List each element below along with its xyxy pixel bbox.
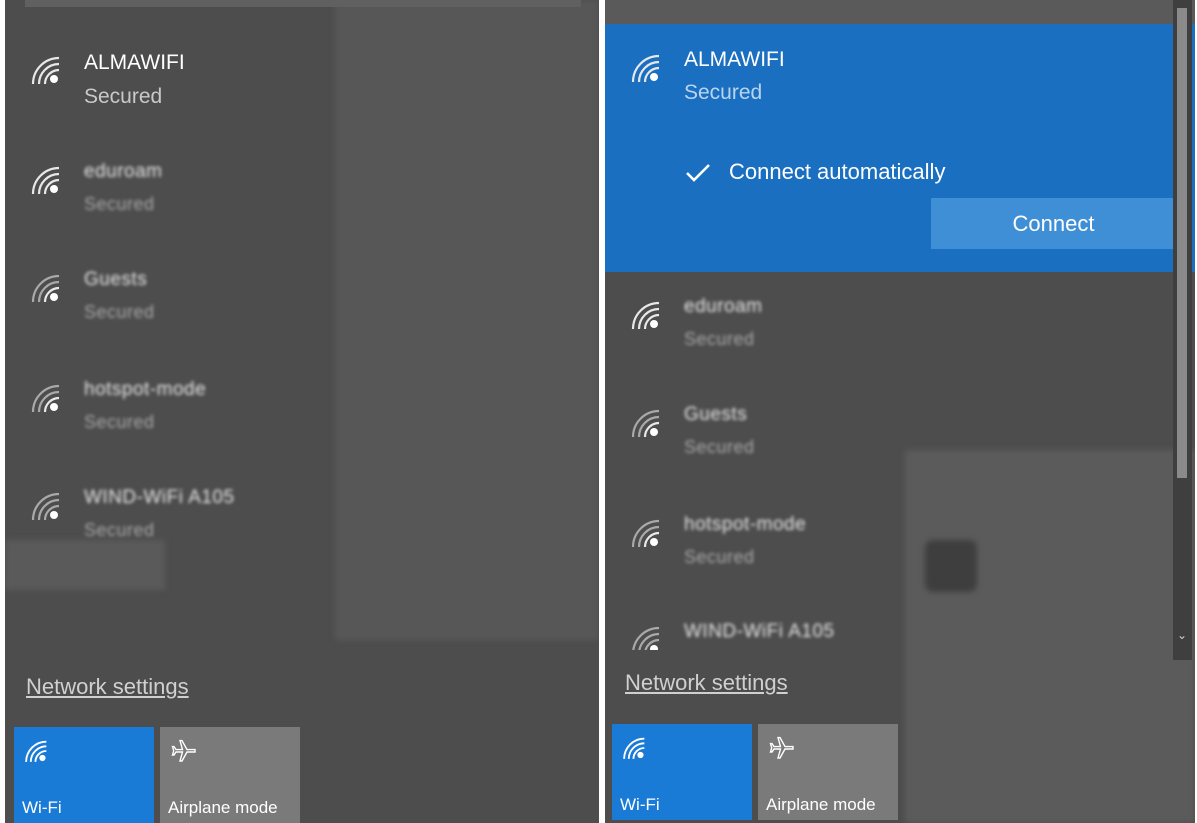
network-ssid: Guests xyxy=(84,269,148,290)
network-item[interactable]: WIND-WiFi A105 Secured xyxy=(5,476,599,584)
network-status: Secured xyxy=(84,85,163,108)
network-status: Secured xyxy=(84,412,155,432)
network-item[interactable]: Guests Secured xyxy=(5,258,599,366)
wifi-quick-action-tile[interactable]: Wi-Fi xyxy=(612,724,752,820)
wifi-signal-icon xyxy=(631,54,660,83)
network-item[interactable]: WIND-WiFi A105 xyxy=(605,610,1195,650)
connect-button[interactable]: Connect xyxy=(931,198,1176,249)
network-status: Secured xyxy=(684,329,755,349)
wifi-signal-icon xyxy=(31,492,60,521)
network-item[interactable]: hotspot-mode Secured xyxy=(605,503,1195,611)
wifi-signal-icon xyxy=(631,519,660,548)
network-ssid: ALMAWIFI xyxy=(684,48,785,71)
wifi-signal-icon xyxy=(31,166,60,195)
network-ssid: eduroam xyxy=(84,161,163,182)
network-settings-link[interactable]: Network settings xyxy=(26,674,189,700)
wifi-quick-action-tile[interactable]: Wi-Fi xyxy=(14,727,154,823)
network-flyout-before: ALMAWIFI Secured eduroam Secured Guests … xyxy=(5,0,599,823)
network-status: Secured xyxy=(84,194,155,214)
tile-label: Wi-Fi xyxy=(22,798,62,817)
network-list-scrollbar[interactable]: ⌄ xyxy=(1173,0,1192,660)
network-status: Secured xyxy=(684,81,763,104)
wifi-signal-icon xyxy=(632,626,660,650)
airplane-icon xyxy=(171,739,196,762)
airplane-icon xyxy=(769,736,794,759)
network-status: Secured xyxy=(84,520,155,540)
connect-automatically-checkbox-label[interactable]: Connect automatically xyxy=(729,159,945,185)
network-settings-link[interactable]: Network settings xyxy=(625,670,788,696)
network-ssid: Guests xyxy=(684,404,748,425)
scroll-down-arrow-icon[interactable]: ⌄ xyxy=(1175,628,1189,642)
wifi-signal-icon xyxy=(631,409,660,438)
tile-label: Airplane mode xyxy=(168,798,278,817)
network-item[interactable]: eduroam Secured xyxy=(5,150,599,258)
network-ssid: hotspot-mode xyxy=(84,379,207,400)
network-ssid: hotspot-mode xyxy=(684,514,807,535)
network-flyout-after: ALMAWIFI Secured Connect automatically C… xyxy=(605,0,1195,823)
network-ssid: ALMAWIFI xyxy=(84,51,185,74)
network-item-almawifi[interactable]: ALMAWIFI Secured xyxy=(5,40,599,148)
network-status: Secured xyxy=(684,547,755,567)
wifi-signal-icon xyxy=(631,301,660,330)
network-ssid: WIND-WiFi A105 xyxy=(84,487,235,508)
top-divider xyxy=(25,0,581,7)
wifi-signal-icon xyxy=(31,384,60,413)
network-item-almawifi-expanded[interactable]: ALMAWIFI Secured Connect automatically C… xyxy=(605,24,1195,272)
wifi-signal-icon xyxy=(31,56,60,85)
airplane-mode-tile[interactable]: Airplane mode xyxy=(160,727,300,823)
scrollbar-thumb[interactable] xyxy=(1177,8,1187,478)
network-ssid: WIND-WiFi A105 xyxy=(684,621,835,642)
checkmark-icon[interactable] xyxy=(683,158,713,188)
network-item[interactable]: hotspot-mode Secured xyxy=(5,368,599,476)
top-divider xyxy=(605,0,1195,24)
wifi-signal-icon xyxy=(623,737,645,759)
wifi-signal-icon xyxy=(25,740,47,762)
airplane-mode-tile[interactable]: Airplane mode xyxy=(758,724,898,820)
network-status: Secured xyxy=(84,302,155,322)
tile-label: Wi-Fi xyxy=(620,795,660,814)
network-item[interactable]: Guests Secured xyxy=(605,393,1195,501)
tile-label: Airplane mode xyxy=(766,795,876,814)
network-status: Secured xyxy=(684,437,755,457)
wifi-signal-icon xyxy=(31,274,60,303)
network-item[interactable]: eduroam Secured xyxy=(605,285,1195,393)
network-ssid: eduroam xyxy=(684,296,763,317)
